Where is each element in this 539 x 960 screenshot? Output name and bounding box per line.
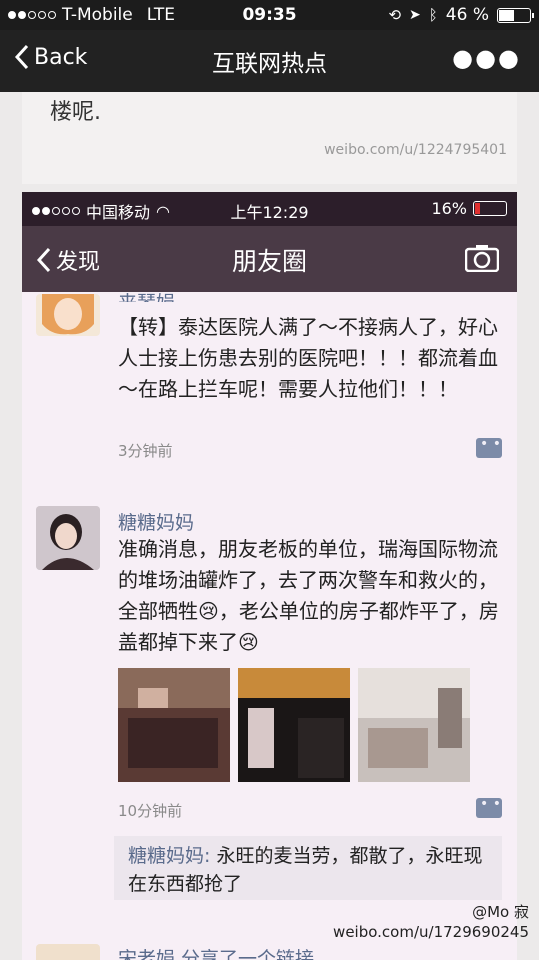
inner-battery-percent: 16%	[431, 199, 467, 218]
comment-button[interactable]	[476, 436, 502, 458]
post-time: 3分钟前	[118, 442, 173, 460]
post-text: 【转】泰达医院人满了～不接病人了，好心人士接上伤患去别的医院吧！！！都流着血～在…	[118, 315, 498, 401]
avatar[interactable]	[36, 294, 100, 336]
post-author[interactable]: 来琴娟	[118, 288, 175, 302]
comment-button[interactable]	[476, 796, 502, 818]
watermark-handle: @Mo 寂	[472, 903, 529, 921]
previous-image-fragment: 楼呢. weibo.com/u/1224795401	[22, 92, 517, 184]
camera-icon[interactable]	[464, 244, 500, 276]
weibo-watermark: @Mo 寂 weibo.com/u/1729690245	[333, 902, 529, 942]
post-author[interactable]: 糖糖妈妈	[118, 508, 194, 535]
fragment-text: 楼呢.	[50, 100, 101, 125]
more-icon[interactable]: ●●●	[452, 44, 521, 72]
post-photo[interactable]	[358, 668, 470, 782]
status-bar: T-Mobile LTE 09:35 ⟲ ➤ ᛒ 46 %	[0, 0, 539, 30]
post-photo[interactable]	[118, 668, 230, 782]
bluetooth-icon: ᛒ	[428, 6, 438, 24]
lock-rotation-icon: ⟲	[388, 6, 402, 24]
inner-status-bar: 中国移动 ◠ 上午12:29 16%	[22, 192, 517, 226]
post-text: 准确消息，朋友老板的单位，瑞海国际物流的堆场油罐炸了，去了两次警车和救火的，全部…	[118, 537, 499, 654]
inner-phone-screenshot: 中国移动 ◠ 上午12:29 16% 发现 朋友圈 来琴娟 【转】泰达医院人满了…	[22, 192, 517, 960]
nav-bar: Back 互联网热点 ●●●	[0, 30, 539, 92]
weibo-watermark: weibo.com/u/1224795401	[324, 142, 507, 158]
inner-battery-icon	[473, 201, 507, 216]
avatar[interactable]	[36, 944, 100, 960]
watermark-url: weibo.com/u/1729690245	[333, 923, 529, 941]
comment-author[interactable]: 糖糖妈妈:	[128, 845, 210, 867]
post-author[interactable]: 宋老娟 分享了一个链接	[118, 944, 314, 960]
inner-nav-bar: 发现 朋友圈	[22, 226, 517, 292]
comment-box: 糖糖妈妈: 永旺的麦当劳，都散了，永旺现在东西都抢了	[114, 836, 502, 900]
location-icon: ➤	[409, 7, 421, 23]
battery-icon	[497, 7, 534, 23]
screenshot-image: 楼呢. weibo.com/u/1224795401 中国移动 ◠ 上午12:2…	[0, 92, 539, 960]
post-time: 10分钟前	[118, 802, 183, 820]
battery-percent: 46 %	[445, 5, 489, 25]
inner-page-title: 朋友圈	[231, 247, 307, 276]
post-photo[interactable]	[238, 668, 350, 782]
avatar[interactable]	[36, 506, 100, 570]
